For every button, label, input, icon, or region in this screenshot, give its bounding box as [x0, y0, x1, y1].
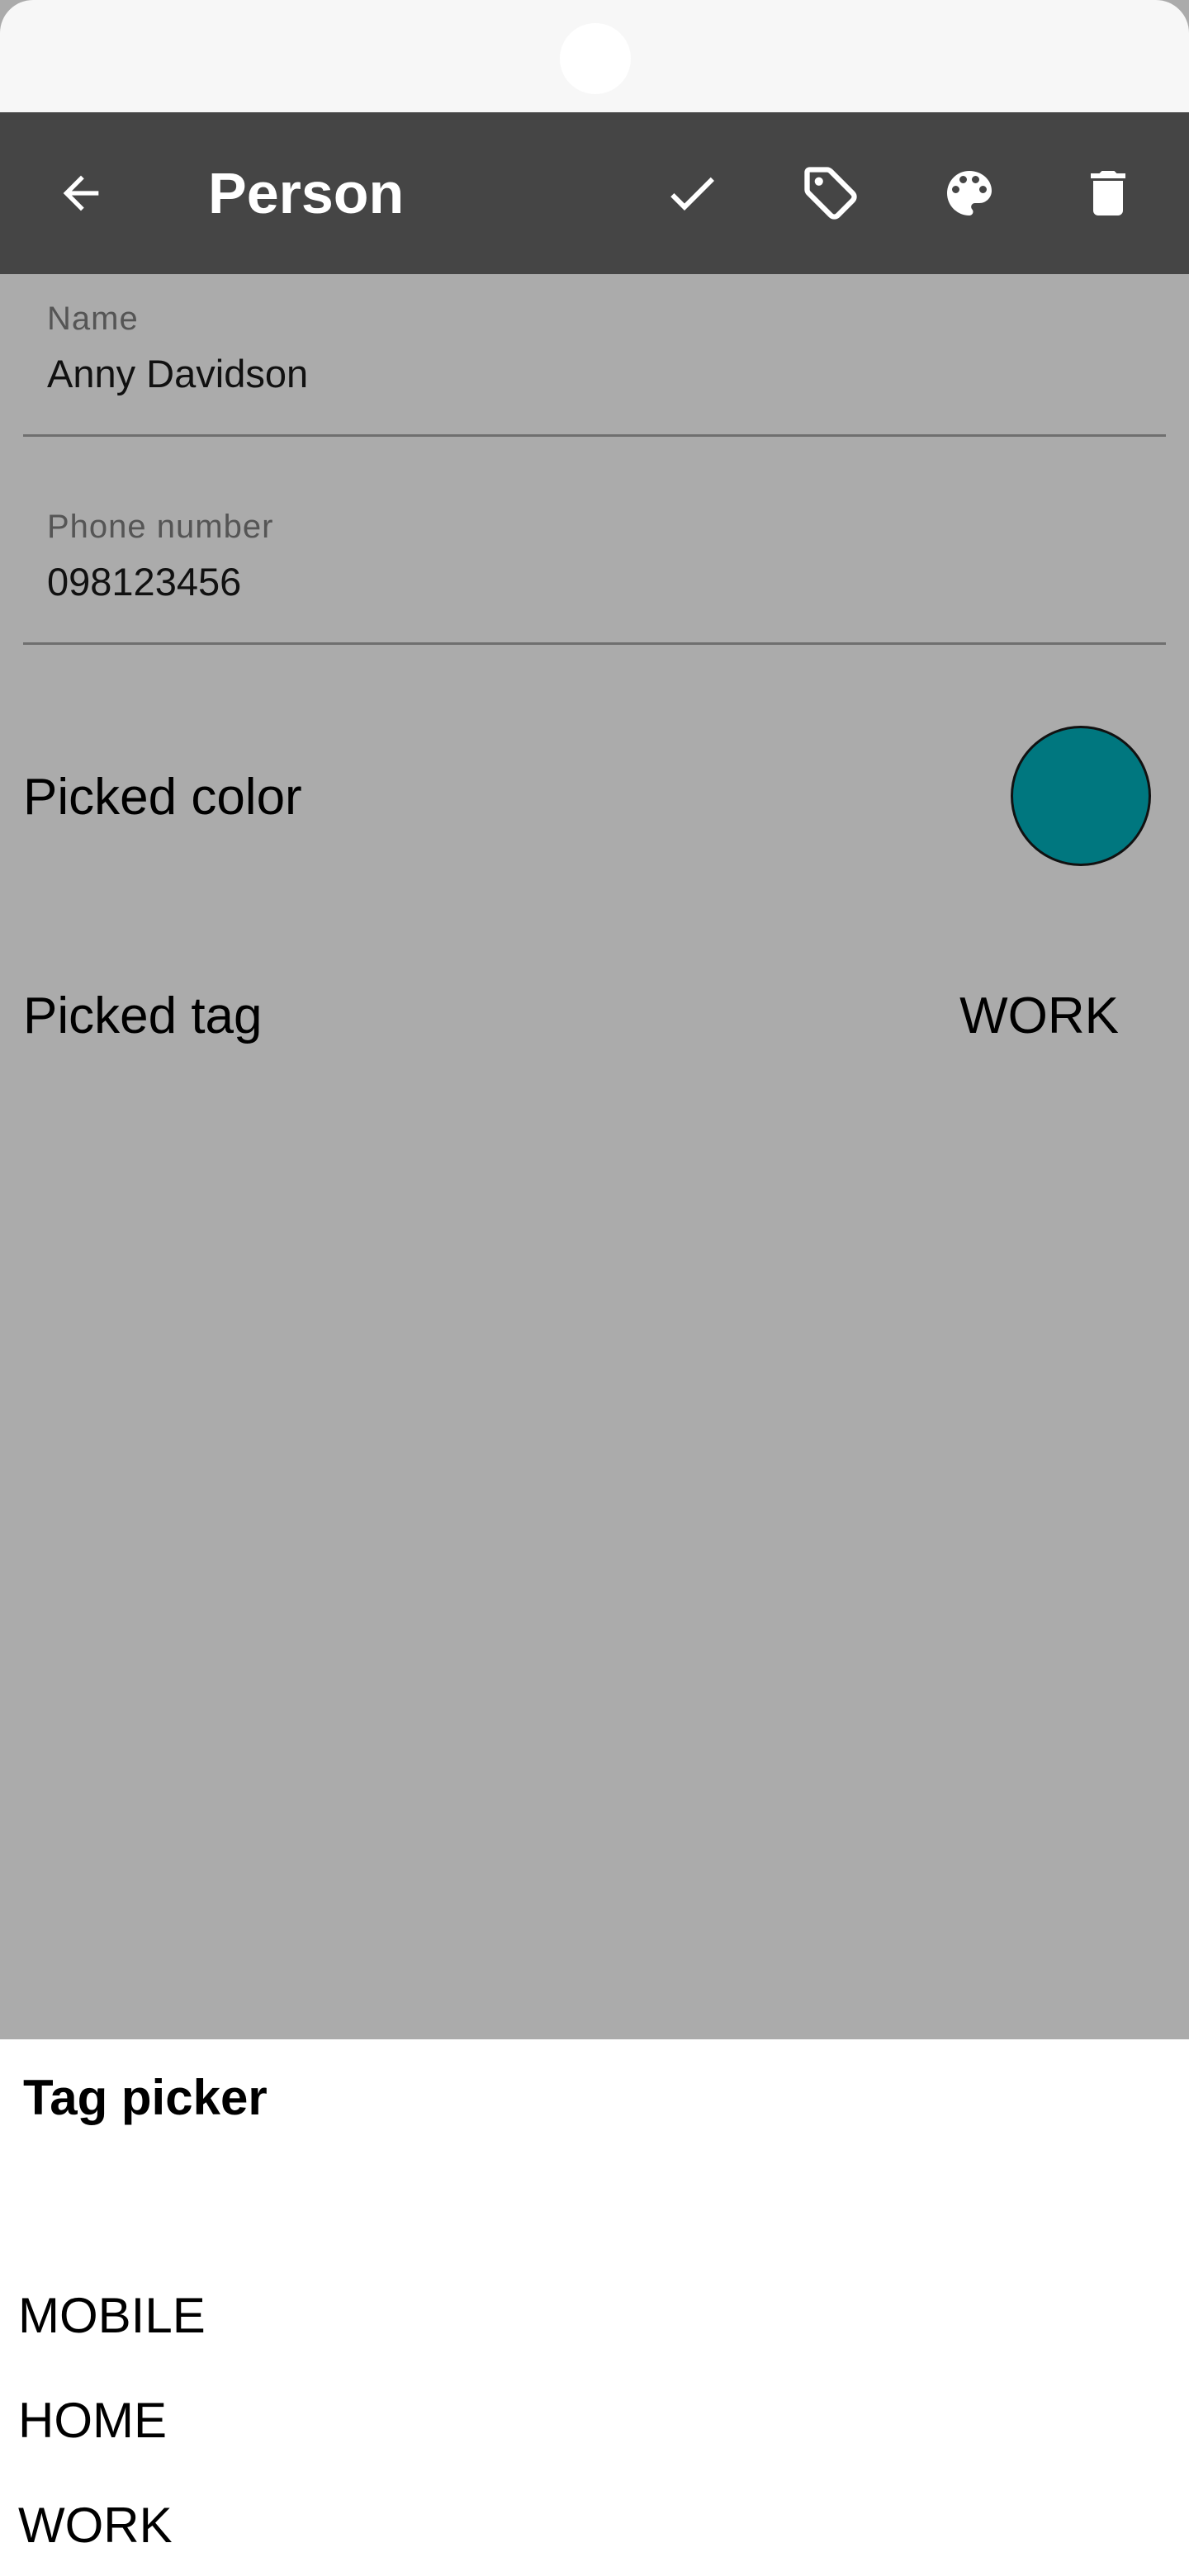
- phone-field-label: Phone number: [47, 509, 274, 545]
- app-toolbar: Person: [0, 112, 1189, 274]
- tag-icon[interactable]: [781, 144, 880, 243]
- palette-icon[interactable]: [920, 144, 1019, 243]
- camera-cutout: [560, 23, 631, 94]
- picked-color-swatch[interactable]: [1011, 726, 1151, 866]
- picked-tag-label: Picked tag: [23, 987, 263, 1044]
- trash-icon[interactable]: [1059, 144, 1158, 243]
- tag-option-work[interactable]: WORK: [18, 2497, 173, 2554]
- status-bar: [0, 0, 1189, 112]
- phone-input[interactable]: 098123456: [47, 559, 241, 604]
- page-title: Person: [208, 161, 405, 225]
- name-field-label: Name: [47, 301, 139, 337]
- back-arrow-icon[interactable]: [31, 144, 130, 243]
- tag-option-home[interactable]: HOME: [18, 2392, 167, 2449]
- tag-picker-title: Tag picker: [23, 2070, 268, 2125]
- name-input[interactable]: Anny Davidson: [47, 351, 308, 396]
- tag-picker-sheet: Tag picker MOBILE HOME WORK: [0, 2039, 1189, 2576]
- tag-option-mobile[interactable]: MOBILE: [18, 2287, 206, 2344]
- picked-color-label: Picked color: [23, 769, 302, 826]
- check-icon[interactable]: [642, 144, 741, 243]
- picked-tag-value: WORK: [959, 987, 1119, 1044]
